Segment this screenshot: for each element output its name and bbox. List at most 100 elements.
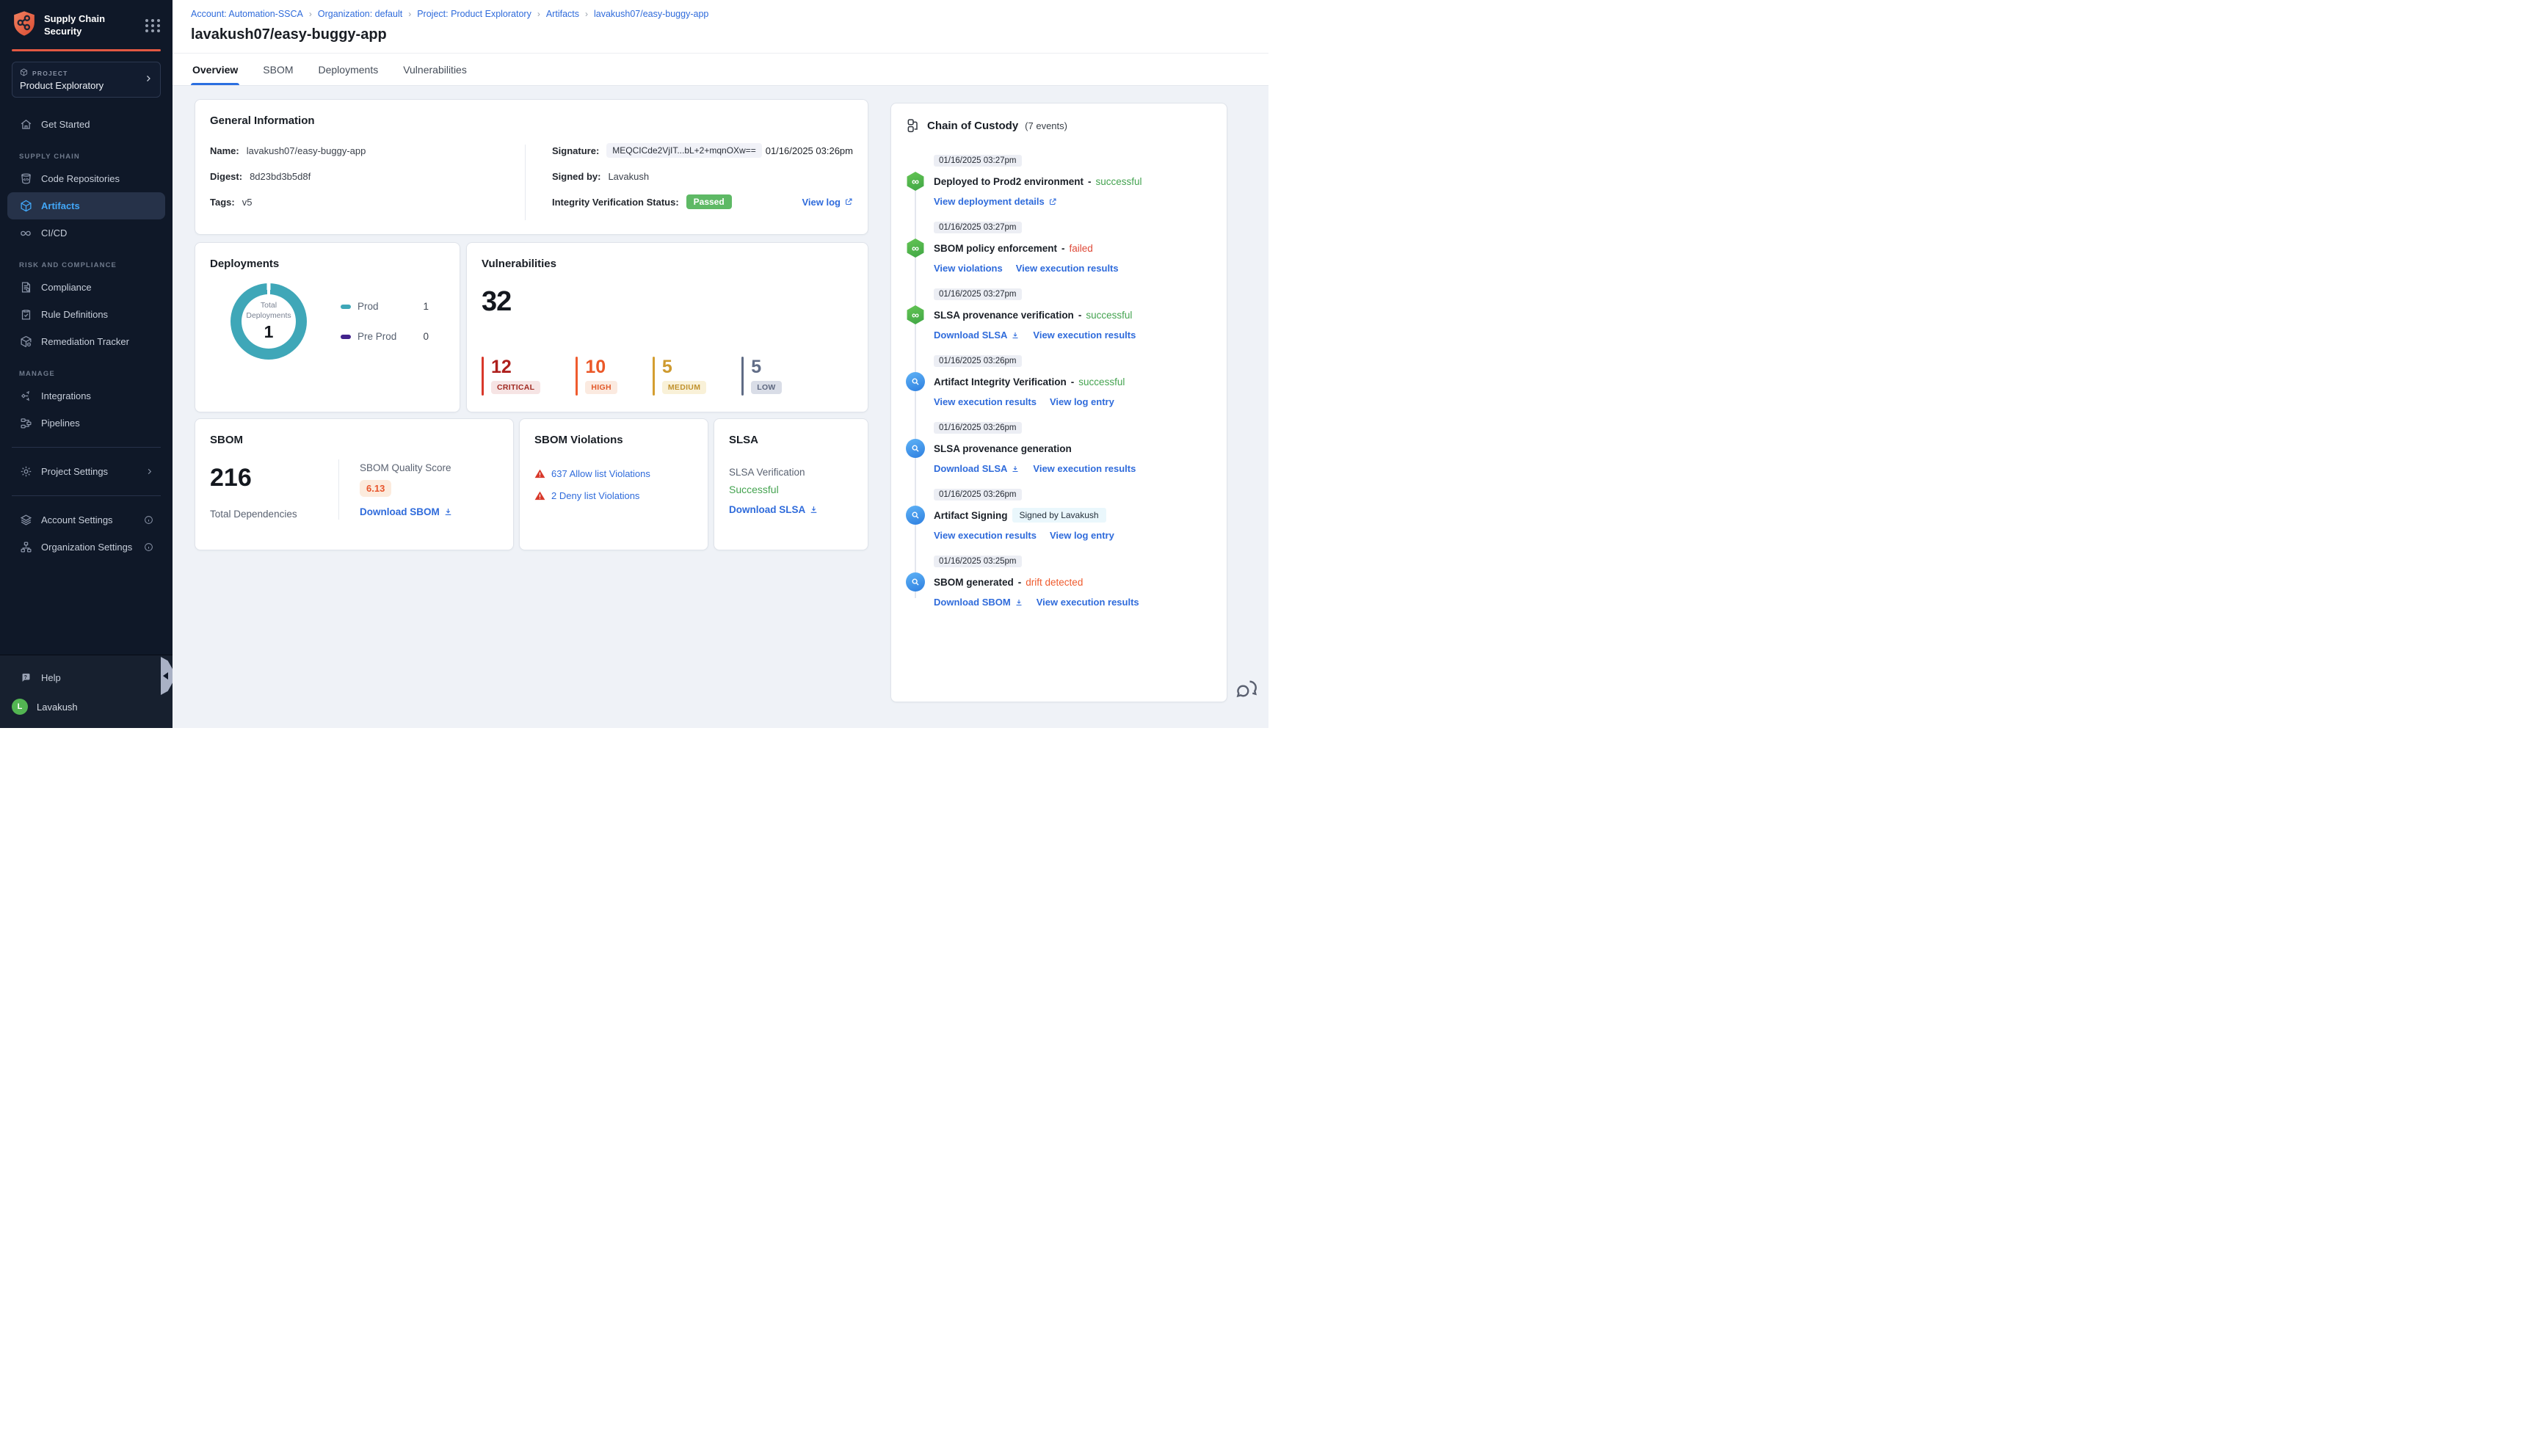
signature-value: MEQCICde2VjIT...bL+2+mqnOXw== (606, 143, 762, 158)
code-repo-icon (19, 172, 32, 186)
tab-deployments[interactable]: Deployments (317, 64, 380, 85)
sidebar-item-organization-settings[interactable]: Organization Settings (7, 534, 165, 561)
page-title: lavakush07/easy-buggy-app (191, 26, 387, 43)
project-selector[interactable]: PROJECT Product Exploratory (12, 62, 161, 98)
support-chat-icon[interactable] (1233, 677, 1260, 703)
donut-center-value: 1 (264, 321, 274, 341)
view-deployment-details-link[interactable]: View deployment details (934, 196, 1057, 207)
breadcrumb-artifact-name[interactable]: lavakush07/easy-buggy-app (594, 9, 708, 19)
legend-value: 0 (423, 331, 429, 342)
user-name: Lavakush (37, 701, 78, 713)
chain-event: 01/16/2025 03:27pm ∞ Deployed to Prod2 e… (906, 155, 1212, 207)
compliance-doc-icon (19, 281, 32, 294)
allow-list-violations-row: 637 Allow list Violations (534, 468, 693, 479)
deploy-hexagon-icon: ∞ (907, 239, 924, 258)
project-selector-value: Product Exploratory (20, 80, 104, 91)
signature-label: Signature: (552, 145, 600, 156)
severity-label: CRITICAL (491, 381, 541, 394)
sidebar-item-rule-definitions[interactable]: Rule Definitions (7, 301, 165, 328)
event-status: drift detected (1026, 576, 1084, 588)
download-sbom-link[interactable]: Download SBOM (934, 597, 1023, 608)
project-cube-icon (20, 68, 28, 78)
sidebar-item-pipelines[interactable]: Pipelines (7, 410, 165, 437)
download-slsa-link[interactable]: Download SLSA (934, 330, 1020, 341)
sidebar-item-code-repositories[interactable]: Code Repositories (7, 165, 165, 192)
sidebar-item-cicd[interactable]: CI/CD (7, 219, 165, 247)
view-execution-results-link[interactable]: View execution results (934, 530, 1037, 541)
sidebar-item-integrations[interactable]: Integrations (7, 382, 165, 410)
sidebar-item-get-started[interactable]: Get Started (7, 111, 165, 138)
sidebar-item-artifacts[interactable]: Artifacts (7, 192, 165, 219)
card-title: Vulnerabilities (482, 258, 556, 270)
tab-overview[interactable]: Overview (191, 64, 240, 85)
legend-item-prod: Prod 1 (341, 301, 429, 312)
legend-value: 1 (423, 301, 429, 312)
sbom-violations-card: SBOM Violations 637 Allow list Violation… (519, 418, 708, 550)
severity-critical: 12 CRITICAL (482, 357, 541, 396)
event-status: successful (1086, 309, 1133, 321)
download-slsa-link[interactable]: Download SLSA (729, 504, 853, 515)
warning-triangle-icon (534, 491, 545, 500)
sidebar-item-account-settings[interactable]: Account Settings (7, 506, 165, 534)
chain-event: 01/16/2025 03:26pm Artifact Integrity Ve… (906, 355, 1212, 407)
user-menu[interactable]: L Lavakush (0, 691, 173, 721)
legend-item-pre-prod: Pre Prod 0 (341, 331, 429, 342)
breadcrumb-artifacts[interactable]: Artifacts (546, 9, 579, 19)
download-sbom-link[interactable]: Download SBOM (360, 506, 453, 517)
allow-list-violations-link[interactable]: 637 Allow list Violations (551, 468, 650, 479)
card-title: SBOM (210, 434, 243, 446)
nav-section-risk-and-compliance: RISK AND COMPLIANCE (19, 261, 117, 269)
severity-label: MEDIUM (661, 381, 707, 394)
severity-high: 10 HIGH (576, 357, 617, 396)
info-icon[interactable] (144, 542, 153, 552)
view-execution-results-link[interactable]: View execution results (1016, 263, 1119, 274)
view-log-entry-link[interactable]: View log entry (1050, 530, 1114, 541)
sidebar-item-label: Organization Settings (41, 542, 133, 553)
info-icon[interactable] (144, 515, 153, 525)
tab-sbom[interactable]: SBOM (261, 64, 294, 85)
integrity-status-label: Integrity Verification Status: (552, 196, 679, 208)
sidebar-item-label: Remediation Tracker (41, 336, 129, 347)
digest-label: Digest: (210, 170, 243, 182)
view-execution-results-link[interactable]: View execution results (1033, 330, 1136, 341)
chain-event: 01/16/2025 03:27pm ∞ SBOM policy enforce… (906, 222, 1212, 274)
sidebar-item-label: Code Repositories (41, 173, 120, 184)
event-title: SBOM policy enforcement (934, 242, 1058, 254)
grid-menu-icon[interactable] (145, 18, 161, 32)
breadcrumb-organization[interactable]: Organization: default (318, 9, 402, 19)
sidebar-item-help[interactable]: ? Help (7, 664, 165, 691)
sidebar-item-label: Integrations (41, 390, 91, 401)
main-content: Account: Automation-SSCA › Organization:… (173, 0, 1268, 728)
app-title: Supply Chain Security (44, 13, 106, 37)
sidebar-item-compliance[interactable]: Compliance (7, 274, 165, 301)
breadcrumb-project[interactable]: Project: Product Exploratory (417, 9, 531, 19)
sidebar-item-remediation-tracker[interactable]: Remediation Tracker (7, 328, 165, 355)
view-log-entry-link[interactable]: View log entry (1050, 396, 1114, 407)
download-icon (1016, 599, 1022, 605)
download-slsa-link[interactable]: Download SLSA (934, 463, 1020, 474)
breadcrumb: Account: Automation-SSCA › Organization:… (173, 0, 1268, 19)
deny-list-violations-link[interactable]: 2 Deny list Violations (551, 490, 639, 501)
view-execution-results-link[interactable]: View execution results (1033, 463, 1136, 474)
pre-prod-swatch (341, 334, 351, 339)
sbom-total-label: Total Dependencies (210, 509, 297, 520)
view-log-link[interactable]: View log (802, 197, 854, 208)
severity-bar (576, 357, 578, 396)
event-title: Artifact Integrity Verification (934, 376, 1067, 387)
remediation-box-icon (19, 335, 32, 349)
breadcrumb-account[interactable]: Account: Automation-SSCA (191, 9, 303, 19)
download-icon (1012, 332, 1018, 338)
tab-vulnerabilities[interactable]: Vulnerabilities (402, 64, 468, 85)
legend-label: Pre Prod (357, 331, 397, 342)
nav-section-manage: MANAGE (19, 370, 55, 378)
view-execution-results-link[interactable]: View execution results (1037, 597, 1139, 608)
view-execution-results-link[interactable]: View execution results (934, 396, 1037, 407)
sidebar-item-project-settings[interactable]: Project Settings (7, 458, 165, 485)
view-violations-link[interactable]: View violations (934, 263, 1003, 274)
chain-event: 01/16/2025 03:27pm ∞ SLSA provenance ver… (906, 288, 1212, 341)
severity-count: 5 (661, 357, 672, 377)
tags-label: Tags: (210, 196, 235, 208)
severity-bar (741, 357, 744, 396)
deployments-legend: Prod 1 Pre Prod 0 (341, 301, 429, 342)
deploy-hexagon-icon: ∞ (907, 305, 924, 324)
